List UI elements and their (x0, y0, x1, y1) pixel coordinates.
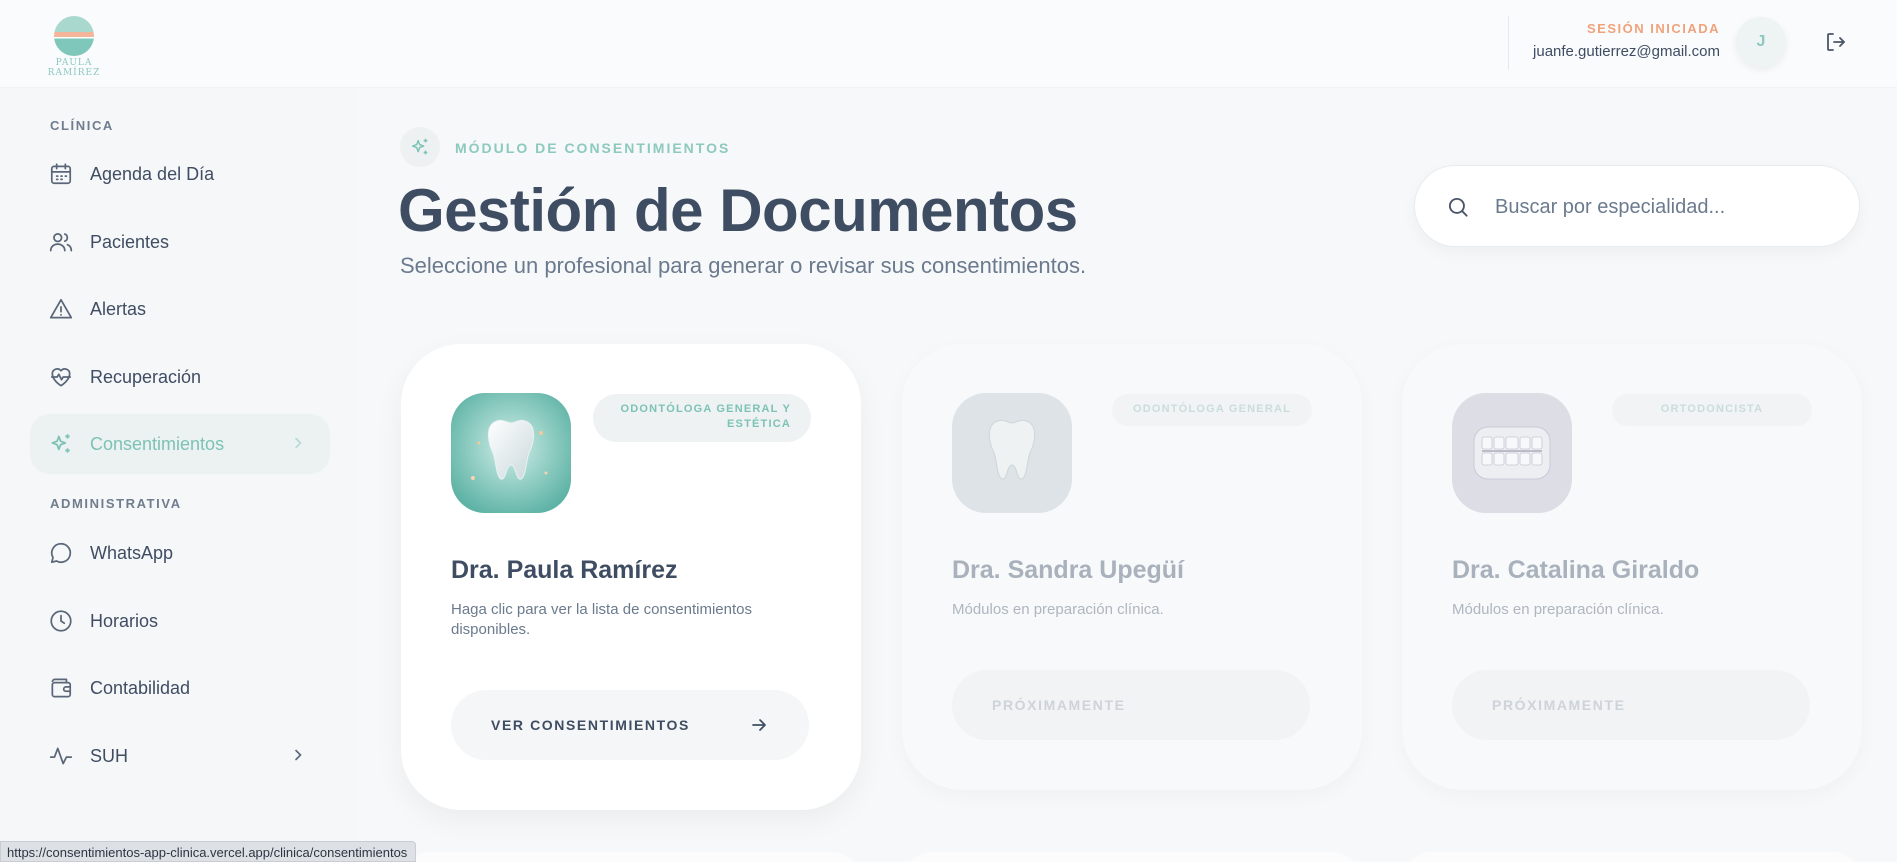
view-consents-button[interactable]: VER CONSENTIMIENTOS (451, 690, 809, 760)
activity-icon (48, 743, 74, 769)
sidebar-item-consentimientos[interactable]: Consentimientos (30, 414, 330, 474)
logout-icon[interactable] (1824, 30, 1848, 54)
sidebar-item-label: Alertas (90, 299, 147, 319)
sidebar-item-agenda[interactable]: Agenda del Día (30, 144, 330, 204)
doctor-card-paula[interactable]: ODONTÓLOGA GENERAL Y ESTÉTICA Dra. Paula… (401, 344, 861, 810)
sidebar-item-horarios[interactable]: Horarios (30, 591, 330, 651)
button-label: PRÓXIMAMENTE (992, 697, 1126, 713)
wallet-icon (48, 675, 74, 701)
doctor-card-sandra: ODONTÓLOGA GENERAL Dra. Sandra Upegüí Mó… (902, 344, 1362, 790)
specialty-badge: ORTODONCISTA (1612, 394, 1812, 426)
chat-bubble-icon (48, 540, 74, 566)
coming-soon-button: PRÓXIMAMENTE (1452, 670, 1810, 740)
module-sparkles-icon (400, 127, 440, 167)
sidebar-item-alertas[interactable]: Alertas (30, 279, 330, 339)
doctor-name: Dra. Paula Ramírez (451, 556, 678, 584)
sidebar-item-label: WhatsApp (90, 543, 174, 563)
logo-emblem (54, 16, 94, 56)
sidebar: CLÍNICA Agenda del Día Pacientes Alertas… (0, 89, 358, 862)
tooth-image (952, 393, 1072, 513)
card-description: Módulos en preparación clínica. (1452, 601, 1664, 618)
user-avatar[interactable]: J (1736, 17, 1786, 67)
coming-soon-button: PRÓXIMAMENTE (952, 670, 1310, 740)
sidebar-item-contabilidad[interactable]: Contabilidad (30, 658, 330, 718)
search-box (1414, 165, 1860, 247)
sidebar-item-recuperacion[interactable]: Recuperación (30, 347, 330, 407)
sidebar-item-label: SUH (90, 746, 129, 766)
clinic-logo[interactable]: PAULA RAMÍREZ (36, 14, 112, 78)
status-bar-url: https://consentimientos-app-clinica.verc… (0, 841, 417, 862)
page-title: Gestión de Documentos (398, 177, 1078, 244)
arrow-right-icon (749, 715, 769, 735)
button-label: PRÓXIMAMENTE (1492, 697, 1626, 713)
heart-pulse-icon (48, 364, 74, 390)
header-divider (1508, 16, 1509, 70)
calendar-icon (48, 161, 74, 187)
sidebar-item-label: Contabilidad (90, 678, 191, 698)
users-icon (48, 229, 74, 255)
sidebar-item-pacientes[interactable]: Pacientes (30, 212, 330, 272)
search-icon (1445, 194, 1471, 220)
alert-triangle-icon (48, 296, 74, 322)
doctor-card-catalina: ORTODONCISTA Dra. Catalina Giraldo Módul… (1402, 344, 1862, 790)
card-description: Módulos en preparación clínica. (952, 601, 1164, 618)
sidebar-item-label: Pacientes (90, 232, 170, 252)
chevron-right-icon (290, 435, 306, 451)
sidebar-item-label: Agenda del Día (90, 164, 215, 184)
section-label-administrativa: ADMINISTRATIVA (50, 496, 182, 511)
sidebar-item-label: Consentimientos (90, 434, 225, 454)
top-header: PAULA RAMÍREZ SESIÓN INICIADA juanfe.gut… (0, 0, 1897, 88)
card-description: Haga clic para ver la lista de consentim… (451, 601, 752, 638)
doctor-name: Dra. Catalina Giraldo (1452, 556, 1700, 584)
session-label: SESIÓN INICIADA (1586, 21, 1720, 36)
button-label: VER CONSENTIMIENTOS (491, 717, 690, 733)
specialty-badge: ODONTÓLOGA GENERAL Y ESTÉTICA (593, 394, 811, 442)
braces-image (1452, 393, 1572, 513)
doctor-name: Dra. Sandra Upegüí (952, 556, 1184, 584)
tooth-image (451, 393, 571, 513)
sidebar-item-whatsapp[interactable]: WhatsApp (30, 523, 330, 583)
specialty-badge: ODONTÓLOGA GENERAL (1112, 394, 1312, 426)
clock-icon (48, 608, 74, 634)
logo-text: PAULA RAMÍREZ (47, 58, 101, 78)
sidebar-item-label: Recuperación (90, 367, 202, 387)
search-input[interactable] (1495, 190, 1825, 224)
sidebar-item-label: Horarios (90, 611, 159, 631)
card-placeholder (1402, 852, 1862, 862)
chevron-right-icon (290, 747, 306, 763)
sidebar-item-suh[interactable]: SUH (30, 726, 330, 786)
user-email: juanfe.gutierrez@gmail.com (1533, 43, 1720, 60)
sparkles-icon (48, 431, 74, 457)
card-placeholder (401, 852, 861, 862)
module-label: MÓDULO DE CONSENTIMIENTOS (455, 140, 731, 156)
page-subtitle: Seleccione un profesional para generar o… (400, 253, 1087, 278)
card-placeholder (902, 852, 1362, 862)
section-label-clinica: CLÍNICA (50, 118, 114, 133)
